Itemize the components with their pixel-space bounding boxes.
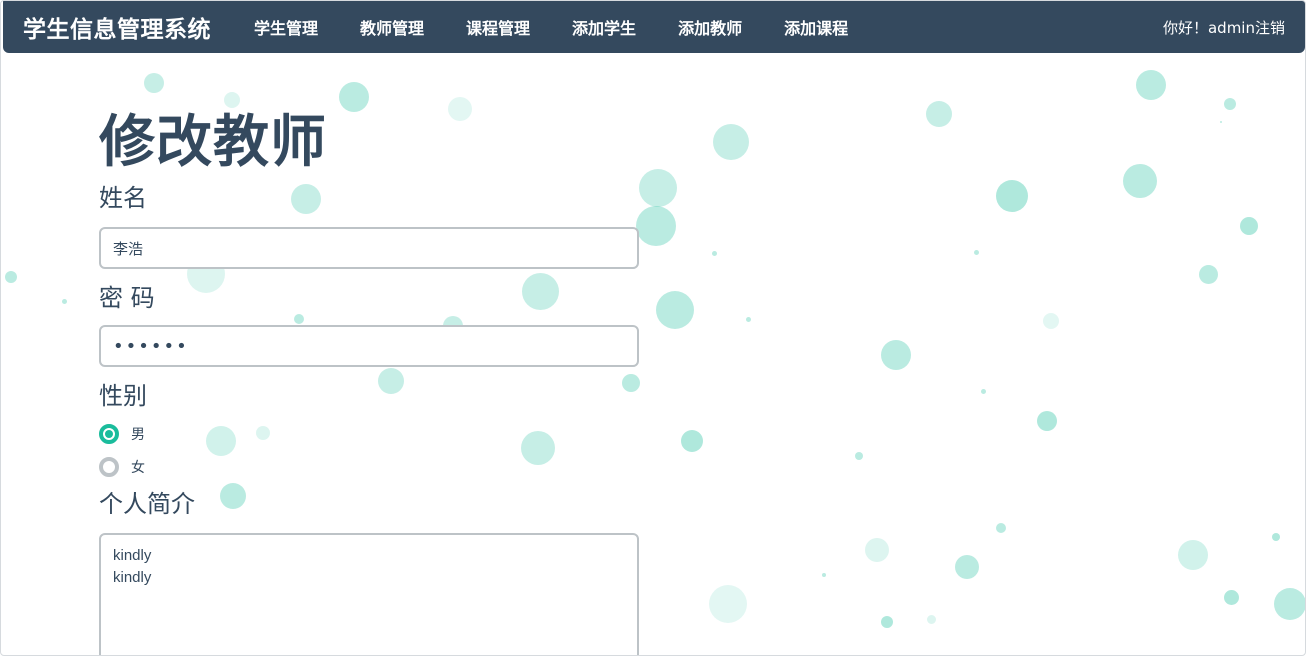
bubble-decoration [144,73,164,93]
bubble-decoration [1037,411,1057,431]
bubble-decoration [926,101,952,127]
bubble-decoration [639,169,677,207]
bubble-decoration [1178,540,1208,570]
bubble-decoration [980,388,986,394]
name-label: 姓名 [99,184,147,212]
bubble-decoration [1272,533,1280,541]
bubble-decoration [822,573,826,577]
bubble-decoration [1224,98,1236,110]
top-navbar: 学生信息管理系统 学生管理 教师管理 课程管理 添加学生 添加教师 添加课程 你… [3,1,1305,53]
bubble-decoration [996,180,1028,212]
bubble-decoration [855,452,863,460]
greeting-text: 你好！admin [1162,18,1255,37]
radio-male-label: 男 [131,426,145,443]
nav-link-add-course[interactable]: 添加课程 [784,15,848,39]
bubble-decoration [1198,264,1218,284]
nav-link-add-teacher[interactable]: 添加教师 [678,15,742,39]
bubble-decoration [224,92,240,108]
bubble-decoration [713,124,749,160]
nav-link-add-student[interactable]: 添加学生 [572,15,636,39]
radio-female[interactable] [99,456,119,477]
nav-link-student-manage[interactable]: 学生管理 [254,15,318,39]
password-label: 密 码 [99,284,155,312]
bubble-decoration [61,298,67,304]
nav-link-teacher-manage[interactable]: 教师管理 [360,15,424,39]
brand-title[interactable]: 学生信息管理系统 [23,10,211,44]
page-title: 修改教师 [99,110,327,175]
bubble-decoration [656,291,694,329]
edit-teacher-form: 修改教师 姓名 密 码 性别 男 女 个人简介 kindly kindly [99,109,644,655]
bubble-decoration [339,82,369,112]
radio-female-label: 女 [131,459,145,476]
bubble-decoration [5,271,17,283]
password-input[interactable] [99,325,639,367]
bubble-decoration [881,340,911,370]
bubble-decoration [1136,70,1166,100]
bubble-decoration [1123,164,1157,198]
bubble-decoration [711,250,717,256]
gender-option-male[interactable]: 男 [99,417,644,450]
bubble-decoration [1240,217,1258,235]
bubble-decoration [926,614,936,624]
bubble-decoration [955,555,979,579]
radio-male[interactable] [99,423,119,444]
bubble-decoration [996,523,1006,533]
nav-link-course-manage[interactable]: 课程管理 [466,15,530,39]
bubble-decoration [881,616,893,628]
bio-label: 个人简介 [99,490,195,518]
bubble-decoration [973,249,979,255]
name-input[interactable] [99,227,639,269]
logout-link[interactable]: 注销 [1255,19,1285,37]
gender-label: 性别 [99,382,147,410]
bubble-decoration [709,585,747,623]
bubble-decoration [745,316,751,322]
nav-links: 学生管理 教师管理 课程管理 添加学生 添加教师 添加课程 [233,15,869,39]
page: 学生信息管理系统 学生管理 教师管理 课程管理 添加学生 添加教师 添加课程 你… [0,0,1306,656]
bubble-decoration [1220,121,1222,123]
gender-radio-group: 男 女 [99,417,644,483]
bubble-decoration [1043,313,1059,329]
bubble-decoration [681,430,703,452]
gender-option-female[interactable]: 女 [99,450,644,483]
bio-textarea[interactable]: kindly kindly [99,533,639,655]
user-area: 你好！admin注销 [1163,17,1285,38]
bubble-decoration [1223,589,1239,605]
bubble-decoration [1274,588,1305,620]
bubble-decoration [865,538,889,562]
